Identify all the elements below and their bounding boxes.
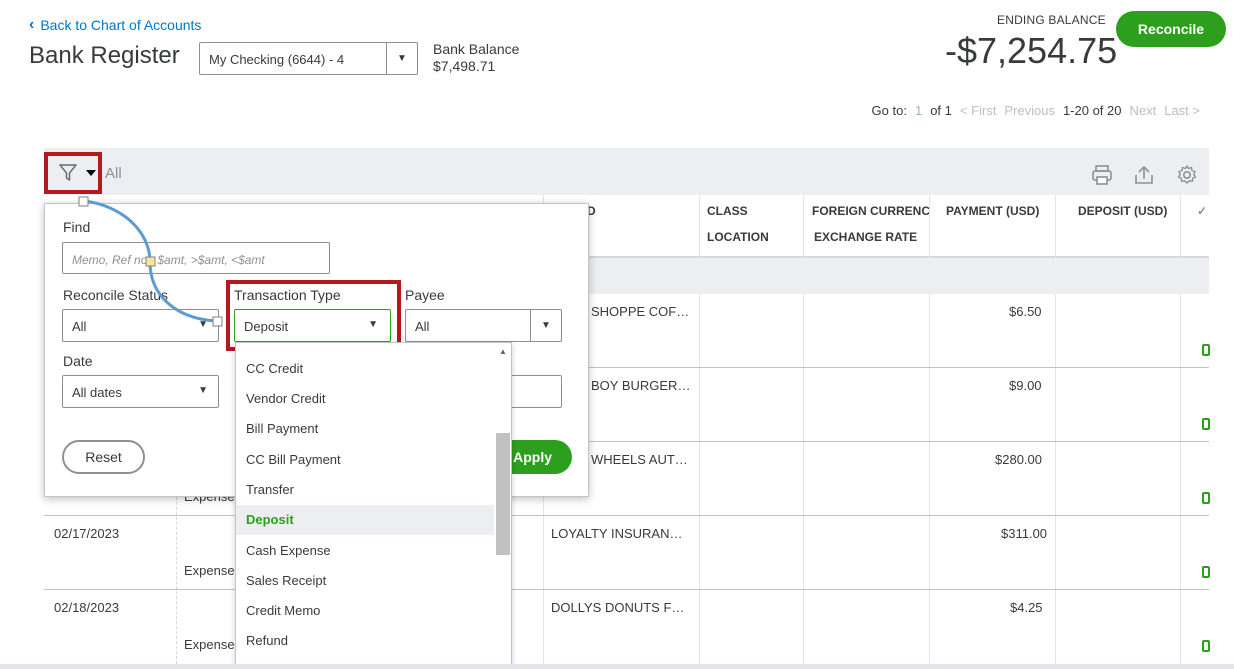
arrow-handle: [78, 196, 89, 207]
annotation-arrow: [78, 196, 223, 327]
horizontal-scrollbar[interactable]: [0, 664, 1234, 669]
bank-register-page: ‹ Back to Chart of Accounts Bank Registe…: [0, 0, 1234, 669]
arrow-handle: [212, 316, 223, 327]
arrow-handle: [145, 256, 156, 267]
